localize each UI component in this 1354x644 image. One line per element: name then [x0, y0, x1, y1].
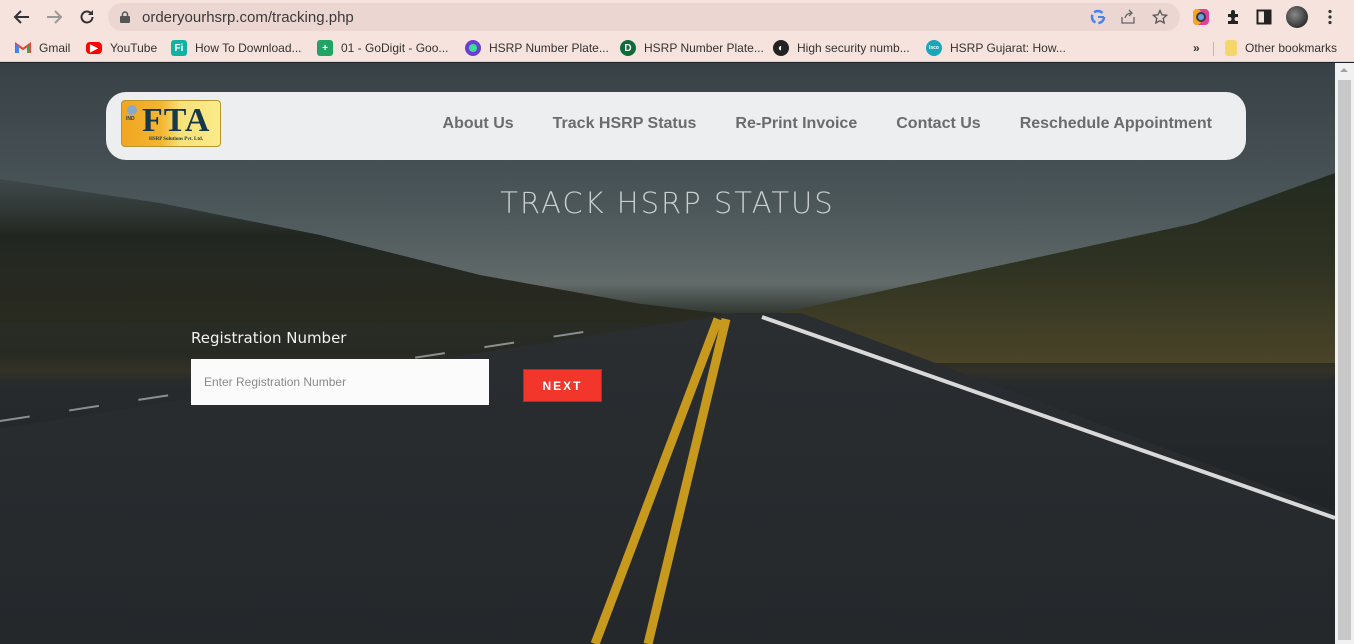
bookmarks-bar: Gmail ▶ YouTube Fi How To Download... + …	[0, 34, 1354, 62]
address-bar[interactable]: orderyourhsrp.com/tracking.php	[108, 3, 1180, 31]
nav-track-hsrp-status[interactable]: Track HSRP Status	[553, 115, 697, 133]
bookmark-hsrp-1[interactable]: HSRP Number Plate...	[465, 39, 609, 57]
bookmark-star-icon[interactable]	[1150, 7, 1170, 27]
lock-icon	[120, 10, 130, 23]
side-panel-icon[interactable]	[1252, 5, 1276, 29]
fta-logo[interactable]: IND FTA HSRP Solutions Pvt. Ltd.	[121, 100, 221, 147]
page-title: TRACK HSRP STATUS	[500, 186, 835, 220]
bookmark-hsrp-gujarat[interactable]: lsco HSRP Gujarat: How...	[926, 39, 1066, 57]
registration-number-label: Registration Number	[191, 329, 347, 347]
browser-toolbar: orderyourhsrp.com/tracking.php	[0, 0, 1354, 34]
page-scrollbar[interactable]	[1335, 63, 1354, 644]
page-content: IND FTA HSRP Solutions Pvt. Ltd. About U…	[0, 63, 1335, 644]
nav-reschedule-appointment[interactable]: Reschedule Appointment	[1020, 115, 1212, 133]
bookmark-godigit[interactable]: + 01 - GoDigit - Goo...	[317, 39, 448, 57]
back-arrow-icon[interactable]	[10, 5, 34, 29]
google-icon[interactable]	[1088, 7, 1108, 27]
profile-avatar[interactable]	[1285, 5, 1309, 29]
share-icon[interactable]	[1118, 7, 1138, 27]
bookmark-hsrp-2[interactable]: D HSRP Number Plate...	[620, 39, 764, 57]
gmail-icon	[15, 40, 31, 56]
fi-icon: Fi	[171, 40, 187, 56]
d-icon: D	[620, 40, 636, 56]
next-button[interactable]: NEXT	[523, 369, 602, 402]
bookmarks-divider	[1213, 42, 1214, 56]
bookmark-gmail[interactable]: Gmail	[15, 39, 70, 57]
reload-icon[interactable]	[75, 5, 99, 29]
color-extension-icon[interactable]	[1189, 5, 1213, 29]
nav-contact-us[interactable]: Contact Us	[896, 115, 980, 133]
globe-icon: ◐	[773, 40, 789, 56]
nav-links: About Us Track HSRP Status Re-Print Invo…	[443, 115, 1212, 133]
registration-number-input[interactable]	[191, 359, 489, 405]
site-navbar: IND FTA HSRP Solutions Pvt. Ltd. About U…	[106, 92, 1246, 160]
nav-reprint-invoice[interactable]: Re-Print Invoice	[735, 115, 857, 133]
bookmark-youtube[interactable]: ▶ YouTube	[86, 39, 157, 57]
bookmark-high-security[interactable]: ◐ High security numb...	[773, 39, 910, 57]
bookmark-how-to-download[interactable]: Fi How To Download...	[171, 39, 302, 57]
teal-icon: lsco	[926, 40, 942, 56]
nav-about-us[interactable]: About Us	[443, 115, 514, 133]
sheets-icon: +	[317, 40, 333, 56]
forward-arrow-icon[interactable]	[42, 5, 66, 29]
scroll-thumb[interactable]	[1338, 80, 1351, 640]
other-bookmarks[interactable]: Other bookmarks	[1225, 39, 1337, 57]
url-text[interactable]: orderyourhsrp.com/tracking.php	[142, 9, 354, 26]
circle-icon	[465, 40, 481, 56]
scroll-up-arrow-icon[interactable]	[1340, 68, 1348, 72]
kebab-menu-icon[interactable]	[1318, 5, 1342, 29]
youtube-icon: ▶	[86, 42, 102, 54]
bookmarks-overflow-button[interactable]: »	[1193, 39, 1200, 57]
emblem-icon	[127, 105, 137, 115]
puzzle-icon[interactable]	[1221, 5, 1245, 29]
folder-icon	[1225, 40, 1237, 56]
